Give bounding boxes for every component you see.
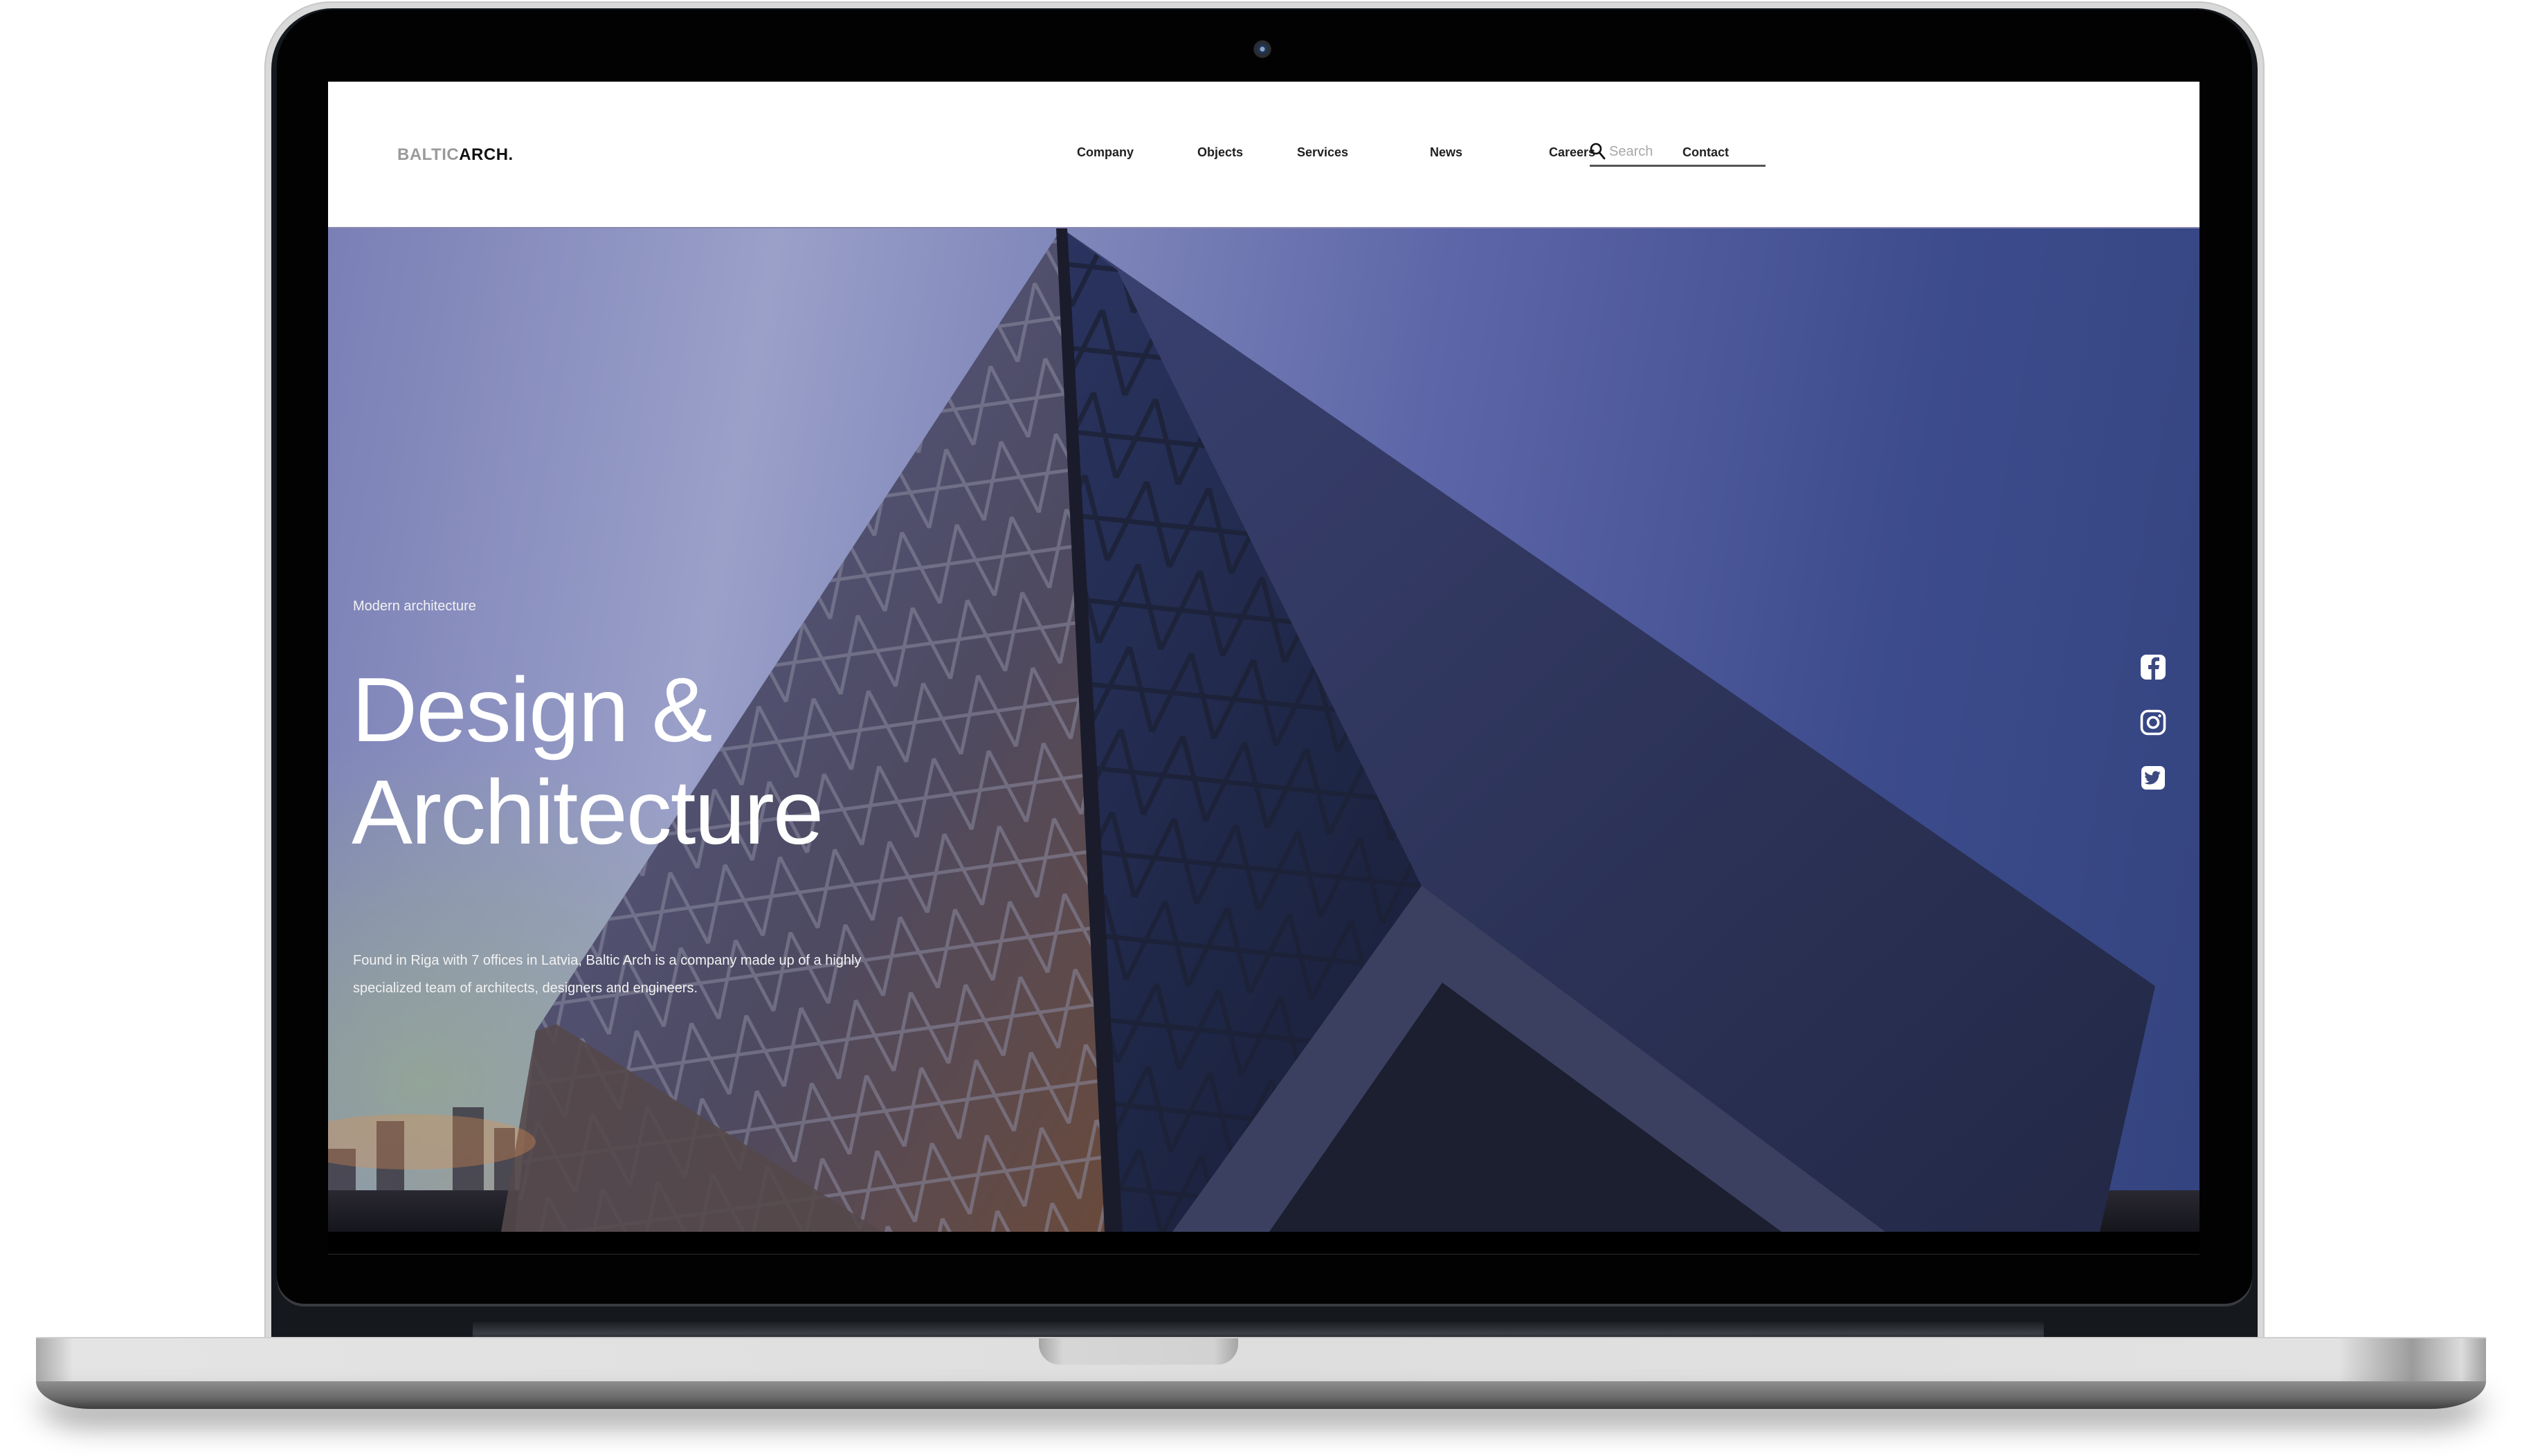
hero-section: Modern architecture Design & Architectur… (328, 228, 2199, 1232)
screen-bottom-bar (328, 1232, 2199, 1254)
twitter-icon[interactable] (2140, 765, 2166, 791)
nav-item-objects[interactable]: Objects (1197, 145, 1243, 160)
laptop-base-lip (36, 1381, 2486, 1409)
search-input[interactable] (1608, 141, 1763, 162)
hero-eyebrow: Modern architecture (353, 599, 476, 614)
hero-title-line-1: Design & (352, 659, 713, 761)
instagram-icon[interactable] (2140, 709, 2166, 736)
nav-item-news[interactable]: News (1430, 145, 1462, 160)
laptop-hinge (473, 1322, 2044, 1338)
laptop-screen: BALTICARCH. Company Objects Services New… (328, 82, 2199, 1255)
hero-title-line-2: Architecture (352, 761, 824, 863)
webcam-icon (1253, 40, 1271, 58)
site-logo[interactable]: BALTICARCH. (397, 145, 514, 165)
nav-item-careers[interactable]: Careers (1549, 145, 1595, 160)
logo-text-light: BALTIC (397, 145, 460, 164)
search-icon[interactable] (1590, 143, 1606, 161)
laptop-base (36, 1337, 2486, 1383)
nav-item-company[interactable]: Company (1077, 145, 1134, 160)
site-header: BALTICARCH. Company Objects Services New… (328, 82, 2199, 228)
logo-text-dark: ARCH. (459, 145, 514, 164)
search-box (1590, 140, 1766, 167)
laptop-opening-notch (1039, 1338, 1238, 1365)
nav-item-services[interactable]: Services (1297, 145, 1348, 160)
facebook-icon[interactable] (2140, 654, 2166, 680)
social-links (2140, 654, 2168, 820)
hero-description: Found in Riga with 7 offices in Latvia, … (353, 953, 862, 996)
hero-title: Design & Architecture (352, 659, 824, 864)
